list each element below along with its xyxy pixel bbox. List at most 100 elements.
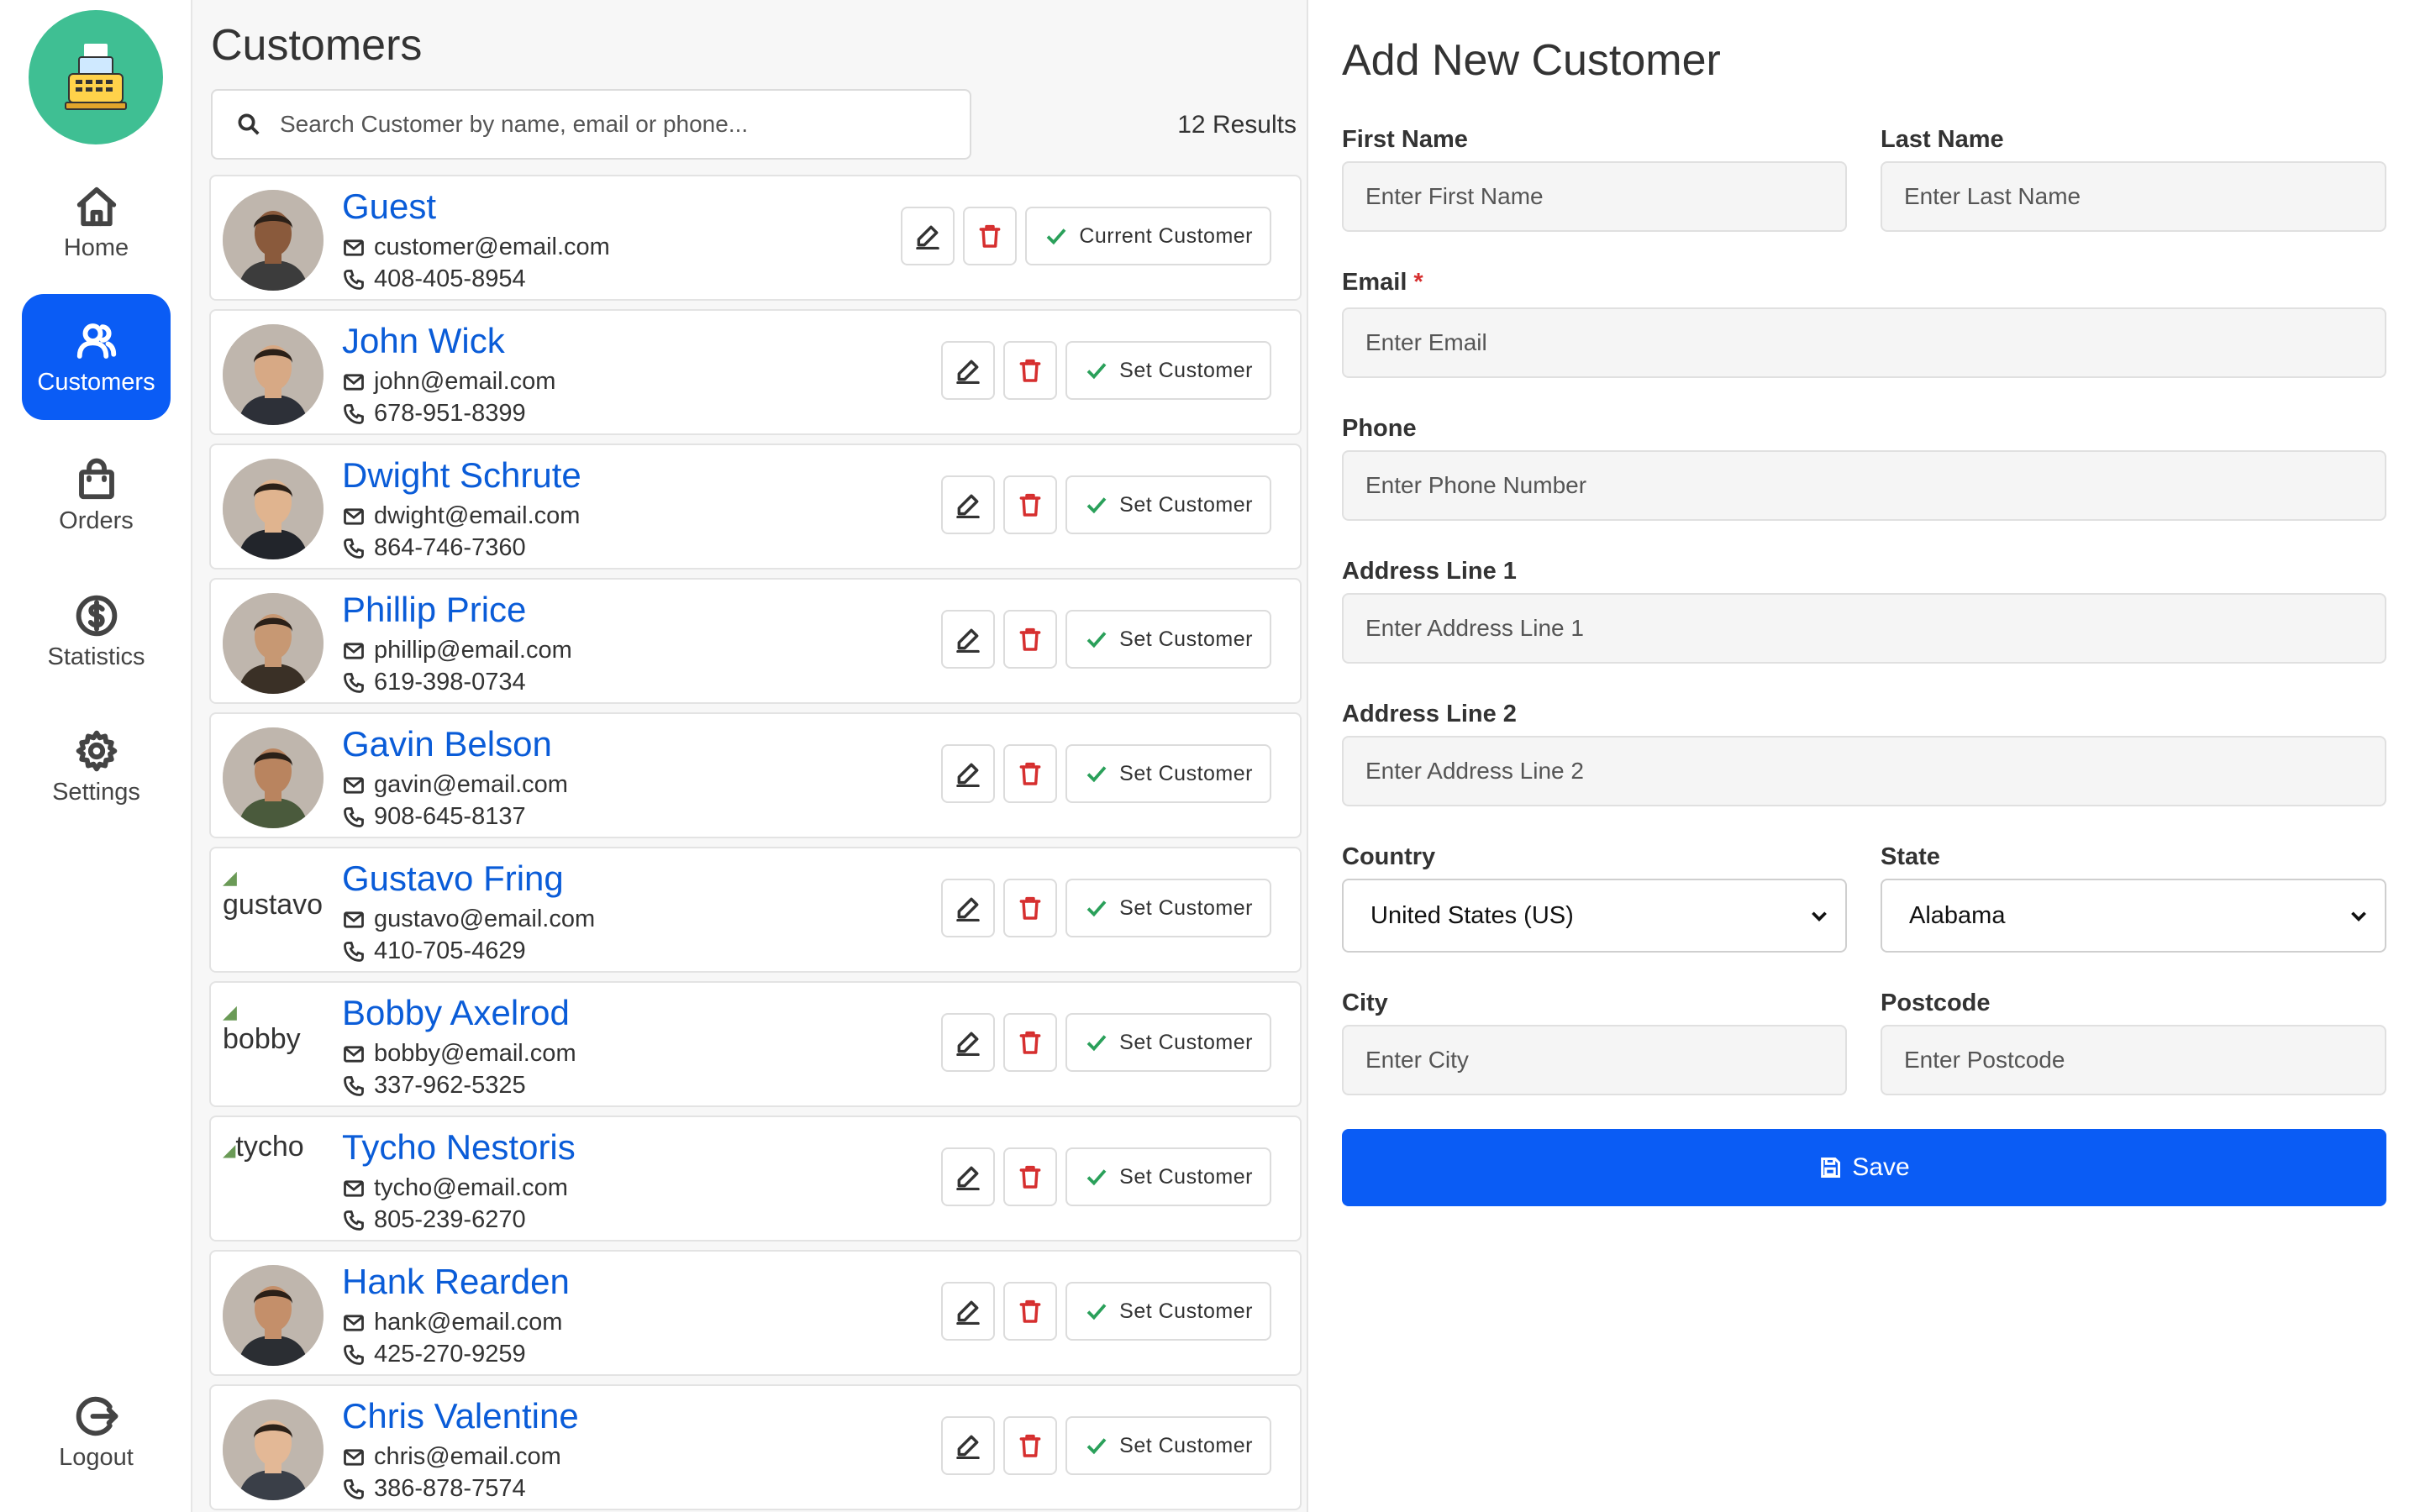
customer-email: bobby@email.com	[342, 1040, 576, 1068]
customer-card[interactable]: ◢ bobby Bobby Axelrod bobby@email.com 337…	[209, 981, 1302, 1107]
mail-icon	[344, 1179, 364, 1197]
set-customer-button[interactable]: Set Customer	[1065, 744, 1271, 803]
trash-icon	[1019, 896, 1041, 920]
customer-name[interactable]: Chris Valentine	[342, 1396, 579, 1436]
phone-field[interactable]	[1342, 450, 2386, 521]
edit-customer-button[interactable]	[941, 1282, 996, 1341]
customer-name[interactable]: Gustavo Fring	[342, 858, 564, 899]
check-icon	[1086, 632, 1107, 648]
person-avatar-icon	[223, 593, 324, 694]
search-box[interactable]	[211, 89, 971, 160]
customer-name[interactable]: Bobby Axelrod	[342, 993, 570, 1033]
customer-name[interactable]: Tycho Nestoris	[342, 1127, 576, 1168]
phone-icon	[344, 672, 364, 693]
delete-customer-button[interactable]	[963, 207, 1018, 265]
customer-card[interactable]: ◢ gustavo Gustavo Fring gustavo@email.com…	[209, 847, 1302, 973]
customer-email-text: bobby@email.com	[374, 1040, 576, 1067]
customer-phone-text: 337-962-5325	[374, 1072, 526, 1099]
set-customer-button[interactable]: Set Customer	[1065, 879, 1271, 937]
customer-actions: Set Customer	[941, 879, 1271, 937]
delete-customer-button[interactable]	[1003, 1416, 1058, 1475]
customer-email-text: john@email.com	[374, 368, 556, 395]
set-customer-button[interactable]: Set Customer	[1065, 1282, 1271, 1341]
customer-email-text: hank@email.com	[374, 1309, 563, 1336]
customer-name[interactable]: John Wick	[342, 321, 505, 361]
set-customer-button[interactable]: Set Customer	[1065, 610, 1271, 669]
search-input[interactable]	[280, 111, 969, 138]
address-line-1-field[interactable]	[1342, 593, 2386, 664]
city-field[interactable]	[1342, 1025, 1847, 1095]
set-customer-button[interactable]: Set Customer	[1065, 341, 1271, 400]
customer-card[interactable]: Phillip Price phillip@email.com 619-398-…	[209, 578, 1302, 704]
delete-customer-button[interactable]	[1003, 744, 1058, 803]
email-field[interactable]	[1342, 307, 2386, 378]
customer-email: tycho@email.com	[342, 1174, 568, 1202]
sidebar-item-home[interactable]: Home	[22, 160, 171, 286]
customer-card[interactable]: Guest customer@email.com 408-405-8954 Cu…	[209, 175, 1302, 301]
address-line-2-field[interactable]	[1342, 736, 2386, 806]
set-customer-button[interactable]: Set Customer	[1065, 1416, 1271, 1475]
edit-customer-button[interactable]	[941, 744, 996, 803]
trash-icon	[1019, 493, 1041, 517]
customer-card[interactable]: Hank Rearden hank@email.com 425-270-9259…	[209, 1250, 1302, 1376]
check-icon	[1086, 900, 1107, 917]
customer-name[interactable]: Gavin Belson	[342, 724, 552, 764]
first-name-field[interactable]	[1342, 161, 1847, 232]
edit-customer-button[interactable]	[941, 1013, 996, 1072]
edit-customer-button[interactable]	[941, 610, 996, 669]
person-avatar-icon	[223, 1399, 324, 1500]
delete-customer-button[interactable]	[1003, 475, 1058, 534]
app-logo[interactable]	[29, 10, 163, 144]
postcode-field[interactable]	[1881, 1025, 2386, 1095]
edit-customer-button[interactable]	[941, 1416, 996, 1475]
sidebar-item-statistics[interactable]: Statistics	[22, 569, 171, 695]
delete-customer-button[interactable]	[1003, 1282, 1058, 1341]
set-customer-button[interactable]: Set Customer	[1065, 475, 1271, 534]
current-customer-button[interactable]: Current Customer	[1025, 207, 1271, 265]
delete-customer-button[interactable]	[1003, 1147, 1058, 1206]
customer-name[interactable]: Hank Rearden	[342, 1262, 570, 1302]
customer-email: gavin@email.com	[342, 771, 568, 799]
customer-card[interactable]: Chris Valentine chris@email.com 386-878-…	[209, 1384, 1302, 1510]
trash-icon	[1019, 1031, 1041, 1054]
avatar-alt-text: tycho	[235, 1131, 304, 1163]
customer-name[interactable]: Dwight Schrute	[342, 455, 581, 496]
first-name-label: First Name	[1342, 126, 1468, 153]
customer-card[interactable]: Gavin Belson gavin@email.com 908-645-813…	[209, 712, 1302, 838]
set-customer-button[interactable]: Set Customer	[1065, 1147, 1271, 1206]
save-button[interactable]: Save	[1342, 1129, 2386, 1206]
customer-phone: 386-878-7574	[342, 1475, 526, 1503]
logout-button[interactable]: Logout	[22, 1369, 171, 1495]
check-icon	[1086, 1169, 1107, 1186]
sidebar-item-customers[interactable]: Customers	[22, 294, 171, 420]
customer-phone-text: 386-878-7574	[374, 1475, 526, 1502]
phone-icon	[344, 1478, 364, 1499]
chevron-down-icon	[1812, 911, 1827, 921]
edit-customer-button[interactable]	[941, 475, 996, 534]
edit-customer-button[interactable]	[901, 207, 955, 265]
person-avatar-icon	[223, 459, 324, 559]
check-icon	[1086, 766, 1107, 783]
sidebar-item-orders[interactable]: Orders	[22, 433, 171, 559]
edit-customer-button[interactable]	[941, 879, 996, 937]
last-name-field[interactable]	[1881, 161, 2386, 232]
delete-customer-button[interactable]	[1003, 879, 1058, 937]
edit-customer-button[interactable]	[941, 341, 996, 400]
set-customer-button[interactable]: Set Customer	[1065, 1013, 1271, 1072]
customer-card[interactable]: Dwight Schrute dwight@email.com 864-746-…	[209, 444, 1302, 570]
customer-phone: 864-746-7360	[342, 534, 526, 562]
customer-name[interactable]: Guest	[342, 186, 436, 227]
customer-card[interactable]: ◢tycho Tycho Nestoris tycho@email.com 80…	[209, 1116, 1302, 1242]
person-avatar-icon	[223, 324, 324, 425]
mail-icon	[344, 1045, 364, 1063]
edit-customer-button[interactable]	[941, 1147, 996, 1206]
customer-card[interactable]: John Wick john@email.com 678-951-8399 Se…	[209, 309, 1302, 435]
delete-customer-button[interactable]	[1003, 341, 1058, 400]
state-select[interactable]: Alabama	[1881, 879, 2386, 953]
customer-name[interactable]: Phillip Price	[342, 590, 526, 630]
delete-customer-button[interactable]	[1003, 1013, 1058, 1072]
country-select[interactable]: United States (US)	[1342, 879, 1847, 953]
pencil-icon	[956, 1166, 980, 1190]
sidebar-item-settings[interactable]: Settings	[22, 704, 171, 830]
delete-customer-button[interactable]	[1003, 610, 1058, 669]
